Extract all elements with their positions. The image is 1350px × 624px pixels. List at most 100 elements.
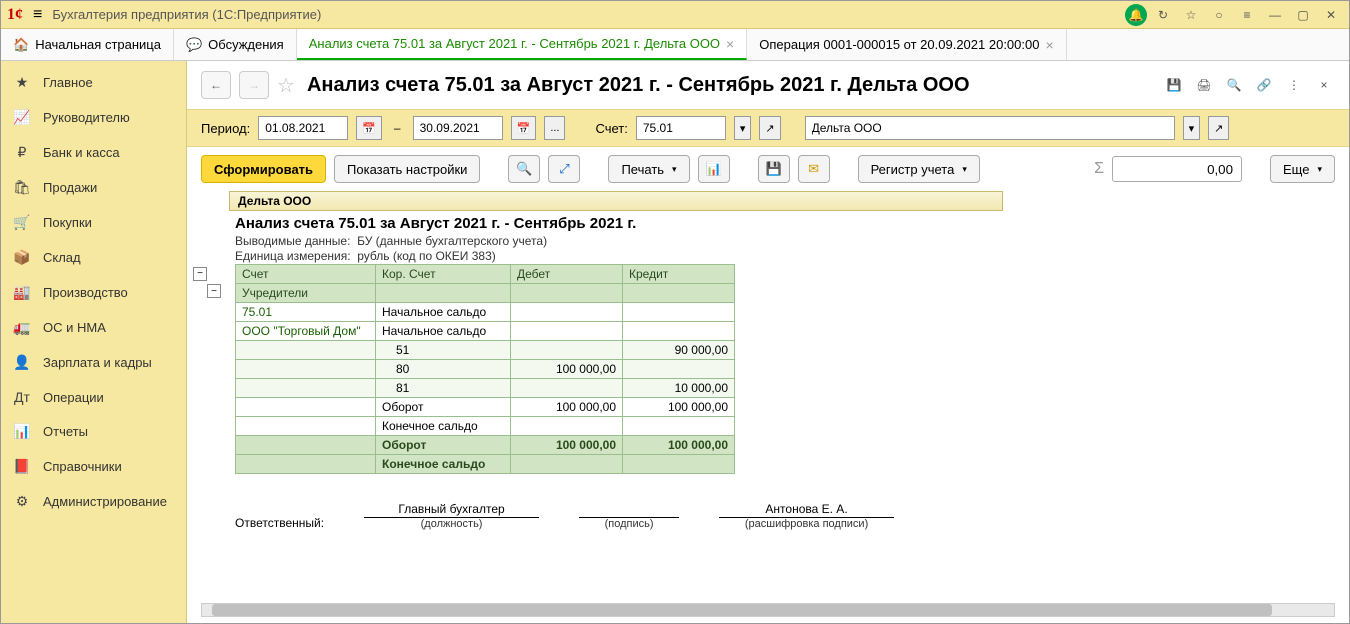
sidebar-item-label: ОС и НМА xyxy=(43,320,106,335)
history-icon[interactable]: ↻ xyxy=(1151,3,1175,27)
sidebar-icon: 📕 xyxy=(13,458,31,475)
sidebar-item-label: Зарплата и кадры xyxy=(43,355,152,370)
table-row: 80100 000,00 xyxy=(236,360,735,379)
signature-block: Ответственный: Главный бухгалтер(должнос… xyxy=(201,474,1335,530)
report-output-data: Выводимые данные: БУ (данные бухгалтерск… xyxy=(201,234,1335,249)
sidebar-icon: 🏭 xyxy=(13,284,31,301)
kebab-icon[interactable]: ⋮ xyxy=(1283,78,1305,92)
sidebar-item-label: Склад xyxy=(43,250,81,265)
bell-icon[interactable]: 🔔 xyxy=(1125,4,1147,26)
tab-active-report[interactable]: Анализ счета 75.01 за Август 2021 г. - С… xyxy=(297,29,748,60)
link-icon[interactable]: 🔗 xyxy=(1253,78,1275,92)
sidebar-item-label: Справочники xyxy=(43,459,122,474)
open-ref-icon[interactable]: ↗ xyxy=(759,116,780,140)
circle-icon[interactable]: ○ xyxy=(1207,3,1231,27)
save-icon[interactable]: 💾 xyxy=(758,155,790,183)
sidebar-item-label: Продажи xyxy=(43,180,97,195)
form-button[interactable]: Сформировать xyxy=(201,155,326,183)
sidebar-item[interactable]: 👤 Зарплата и кадры xyxy=(1,345,186,380)
chart-icon[interactable]: 📊 xyxy=(698,155,730,183)
sidebar-item[interactable]: 🛍 Продажи xyxy=(1,170,186,205)
calendar-icon[interactable]: 📅 xyxy=(511,116,537,140)
close-icon[interactable]: × xyxy=(1045,37,1053,53)
sidebar-item[interactable]: 📈 Руководителю xyxy=(1,100,186,135)
open-ref-icon[interactable]: ↗ xyxy=(1208,116,1229,140)
sidebar-item[interactable]: ★ Главное xyxy=(1,65,186,100)
back-button[interactable]: ← xyxy=(201,71,231,99)
sidebar-icon: ⚙ xyxy=(13,493,31,510)
email-icon[interactable]: ✉ xyxy=(798,155,830,183)
print-icon[interactable]: 🖨 xyxy=(1193,78,1215,92)
calendar-icon[interactable]: 📅 xyxy=(356,116,382,140)
sidebar-icon: 📈 xyxy=(13,109,31,126)
scrollbar-horizontal[interactable] xyxy=(201,603,1335,617)
sidebar-icon: 📊 xyxy=(13,423,31,440)
sidebar-item[interactable]: 🏭Производство xyxy=(1,275,186,310)
sidebar-item[interactable]: 🚛 ОС и НМА xyxy=(1,310,186,345)
favorite-icon[interactable]: ☆ xyxy=(277,73,295,98)
sidebar-item[interactable]: 📊Отчеты xyxy=(1,414,186,449)
sidebar-item[interactable]: 🛒Покупки xyxy=(1,205,186,240)
sidebar-item-label: Главное xyxy=(43,75,93,90)
register-button[interactable]: Регистр учета▾ xyxy=(858,155,980,183)
hamburger-icon[interactable]: ≡ xyxy=(33,6,42,24)
sidebar-icon: ★ xyxy=(13,74,31,91)
sidebar-item[interactable]: 📦Склад xyxy=(1,240,186,275)
period-picker-button[interactable]: ... xyxy=(544,116,565,140)
sidebar-icon: 🛍 xyxy=(13,179,31,196)
window-close[interactable]: ✕ xyxy=(1319,3,1343,27)
show-settings-button[interactable]: Показать настройки xyxy=(334,155,480,183)
org-input[interactable] xyxy=(805,116,1175,140)
table-row: Конечное сальдо xyxy=(236,417,735,436)
report-table: СчетКор. СчетДебетКредит Учредители 75.0… xyxy=(235,264,735,474)
date-from-input[interactable] xyxy=(258,116,348,140)
window-maximize[interactable]: ▢ xyxy=(1291,3,1315,27)
sum-field[interactable] xyxy=(1112,156,1242,182)
dropdown-icon[interactable]: ▾ xyxy=(734,116,752,140)
expand-icon[interactable]: ⤢ xyxy=(548,155,580,183)
sidebar-icon: 🚛 xyxy=(13,319,31,336)
period-label: Период: xyxy=(201,121,250,136)
close-page-icon[interactable]: × xyxy=(1313,78,1335,92)
logo-1c: 1¢ xyxy=(7,6,23,24)
date-to-input[interactable] xyxy=(413,116,503,140)
page-title: Анализ счета 75.01 за Август 2021 г. - С… xyxy=(307,74,970,97)
tab-operation[interactable]: Операция 0001-000015 от 20.09.2021 20:00… xyxy=(747,29,1066,60)
params-bar: Период: 📅 – 📅 ... Счет: ▾ ↗ ▾ ↗ xyxy=(187,109,1349,147)
app-title: Бухгалтерия предприятия (1С:Предприятие) xyxy=(52,7,321,22)
sidebar-item-label: Руководителю xyxy=(43,110,130,125)
tree-collapse-icon[interactable]: − xyxy=(207,284,221,298)
tab-home[interactable]: 🏠Начальная страница xyxy=(1,29,174,60)
sidebar-icon: 👤 xyxy=(13,354,31,371)
menu-bars-icon[interactable]: ≡ xyxy=(1235,3,1259,27)
tree-collapse-icon[interactable]: − xyxy=(193,267,207,281)
sidebar-item[interactable]: ⚙Администрирование xyxy=(1,484,186,519)
sidebar-icon: Дт xyxy=(13,389,31,405)
save-icon[interactable]: 💾 xyxy=(1163,78,1185,92)
sigma-icon: Σ xyxy=(1094,160,1104,178)
page-header: ← → ☆ Анализ счета 75.01 за Август 2021 … xyxy=(187,61,1349,109)
table-row: ООО "Торговый Дом"Начальное сальдо xyxy=(236,322,735,341)
sidebar-item[interactable]: ₽Банк и касса xyxy=(1,135,186,170)
search-icon[interactable]: 🔍 xyxy=(508,155,540,183)
window-minimize[interactable]: — xyxy=(1263,3,1287,27)
star-icon[interactable]: ☆ xyxy=(1179,3,1203,27)
tabbar: 🏠Начальная страница 💬Обсуждения Анализ с… xyxy=(1,29,1349,61)
table-row: 8110 000,00 xyxy=(236,379,735,398)
report-body: Дельта ООО Анализ счета 75.01 за Август … xyxy=(187,191,1349,597)
more-button[interactable]: Еще▾ xyxy=(1270,155,1335,183)
forward-button[interactable]: → xyxy=(239,71,269,99)
sidebar-item-label: Покупки xyxy=(43,215,92,230)
dropdown-icon[interactable]: ▾ xyxy=(1183,116,1201,140)
sidebar-item[interactable]: 📕 Справочники xyxy=(1,449,186,484)
search-icon[interactable]: 🔍 xyxy=(1223,78,1245,92)
sidebar-item[interactable]: ДтОперации xyxy=(1,380,186,414)
tab-discussions[interactable]: 💬Обсуждения xyxy=(174,29,297,60)
close-icon[interactable]: × xyxy=(726,36,734,52)
account-input[interactable] xyxy=(636,116,726,140)
titlebar: 1¢ ≡ Бухгалтерия предприятия (1С:Предпри… xyxy=(1,1,1349,29)
responsible-label: Ответственный: xyxy=(235,516,324,530)
chat-icon: 💬 xyxy=(186,37,202,53)
print-button[interactable]: Печать▾ xyxy=(608,155,689,183)
home-icon: 🏠 xyxy=(13,37,29,53)
